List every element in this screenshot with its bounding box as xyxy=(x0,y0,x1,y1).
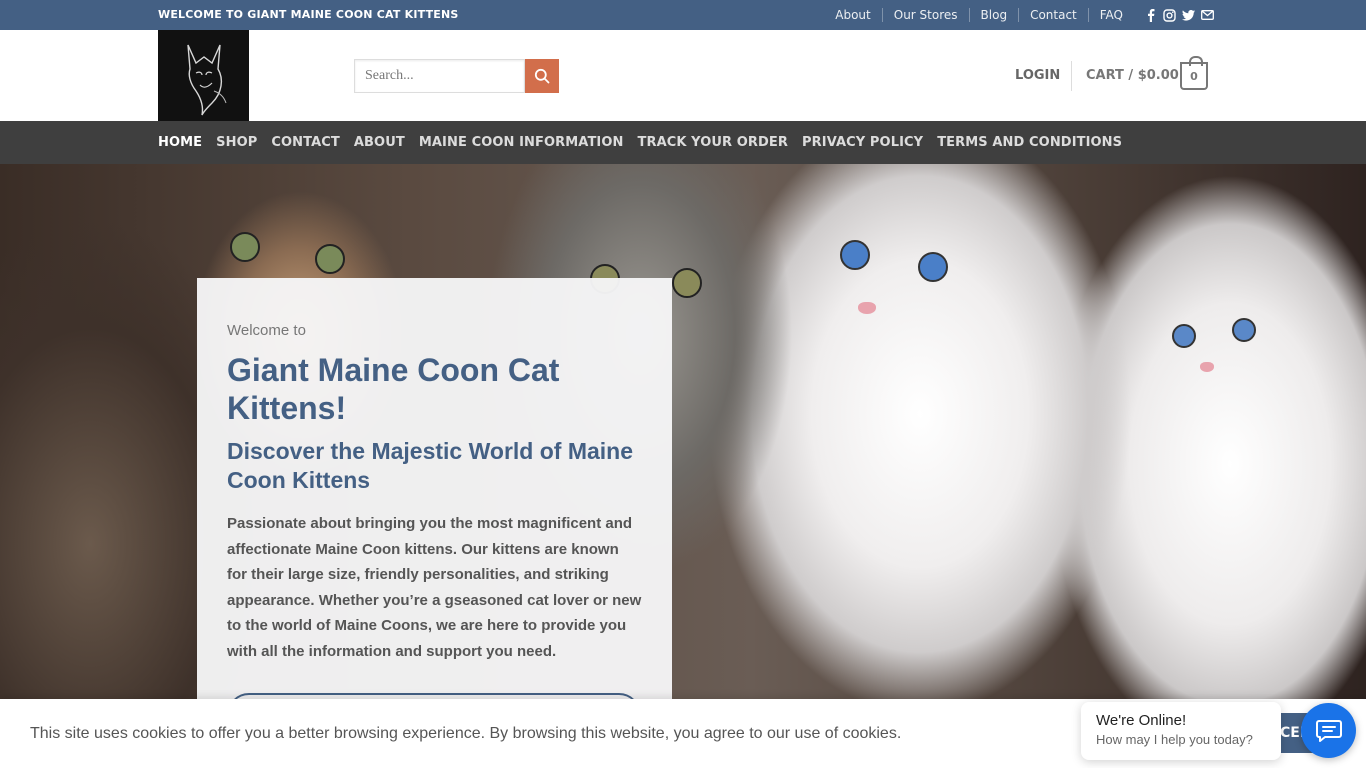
nav-home[interactable]: HOME xyxy=(158,135,202,150)
hero-title: Giant Maine Coon Cat Kittens! xyxy=(227,352,560,426)
chat-greeting[interactable]: We're Online! How may I help you today? xyxy=(1081,702,1281,760)
chat-title: We're Online! xyxy=(1096,712,1187,729)
site-header: LOGIN CART / $0.00 0 xyxy=(0,30,1366,121)
chat-open-button[interactable] xyxy=(1301,703,1356,758)
hero-banner: Welcome to Giant Maine Coon Cat Kittens!… xyxy=(0,164,1366,768)
search-form xyxy=(354,59,559,93)
hero-body: Passionate about bringing you the most m… xyxy=(227,515,642,660)
cookie-message: This site uses cookies to offer you a be… xyxy=(30,725,902,742)
main-nav: HOME SHOP CONTACT ABOUT MAINE COON INFOR… xyxy=(0,121,1366,164)
facebook-icon[interactable] xyxy=(1144,8,1157,22)
site-logo[interactable] xyxy=(158,30,249,121)
instagram-icon[interactable] xyxy=(1163,8,1176,22)
kitten-nose xyxy=(1200,362,1214,372)
social-icons xyxy=(1144,8,1214,22)
nav-terms-and-conditions[interactable]: TERMS AND CONDITIONS xyxy=(937,135,1122,150)
welcome-text: WELCOME TO GIANT MAINE COON CAT KITTENS xyxy=(158,8,459,21)
toplink-contact[interactable]: Contact xyxy=(1018,8,1088,22)
cart-count-badge[interactable]: 0 xyxy=(1180,56,1208,90)
maine-coon-logo-icon xyxy=(186,44,226,115)
email-icon[interactable] xyxy=(1201,9,1214,22)
search-button[interactable] xyxy=(525,59,559,93)
nav-privacy-policy[interactable]: PRIVACY POLICY xyxy=(802,135,923,150)
search-icon xyxy=(534,68,550,84)
hero-pretitle: Welcome to xyxy=(227,322,306,339)
toplink-about[interactable]: About xyxy=(824,8,881,22)
top-links: About Our Stores Blog Contact FAQ xyxy=(824,0,1214,30)
kitten-eye xyxy=(672,268,702,298)
chat-icon xyxy=(1315,719,1342,742)
hero-subtitle: Discover the Majestic World of Maine Coo… xyxy=(227,438,634,493)
cart-link[interactable]: CART / $0.00 xyxy=(1086,30,1179,121)
kitten-eye xyxy=(1232,318,1256,342)
kitten-eye xyxy=(230,232,260,262)
toplink-blog[interactable]: Blog xyxy=(968,8,1019,22)
nav-shop[interactable]: SHOP xyxy=(216,135,257,150)
nav-maine-coon-information[interactable]: MAINE COON INFORMATION xyxy=(419,135,624,150)
toplink-our-stores[interactable]: Our Stores xyxy=(881,8,969,22)
kitten-nose xyxy=(858,302,876,314)
kitten-eye xyxy=(315,244,345,274)
twitter-icon[interactable] xyxy=(1182,9,1195,22)
chat-subtitle: How may I help you today? xyxy=(1096,732,1253,747)
top-bar: WELCOME TO GIANT MAINE COON CAT KITTENS … xyxy=(0,0,1366,30)
kitten-eye xyxy=(840,240,870,270)
login-link[interactable]: LOGIN xyxy=(1015,30,1060,121)
kitten-eye xyxy=(1172,324,1196,348)
search-input[interactable] xyxy=(354,59,525,93)
nav-contact[interactable]: CONTACT xyxy=(271,135,340,150)
nav-track-your-order[interactable]: TRACK YOUR ORDER xyxy=(638,135,789,150)
toplink-faq[interactable]: FAQ xyxy=(1087,8,1134,22)
hero-card: Welcome to Giant Maine Coon Cat Kittens!… xyxy=(197,278,672,768)
nav-about[interactable]: ABOUT xyxy=(354,135,405,150)
header-divider xyxy=(1071,61,1072,91)
kitten-eye xyxy=(918,252,948,282)
